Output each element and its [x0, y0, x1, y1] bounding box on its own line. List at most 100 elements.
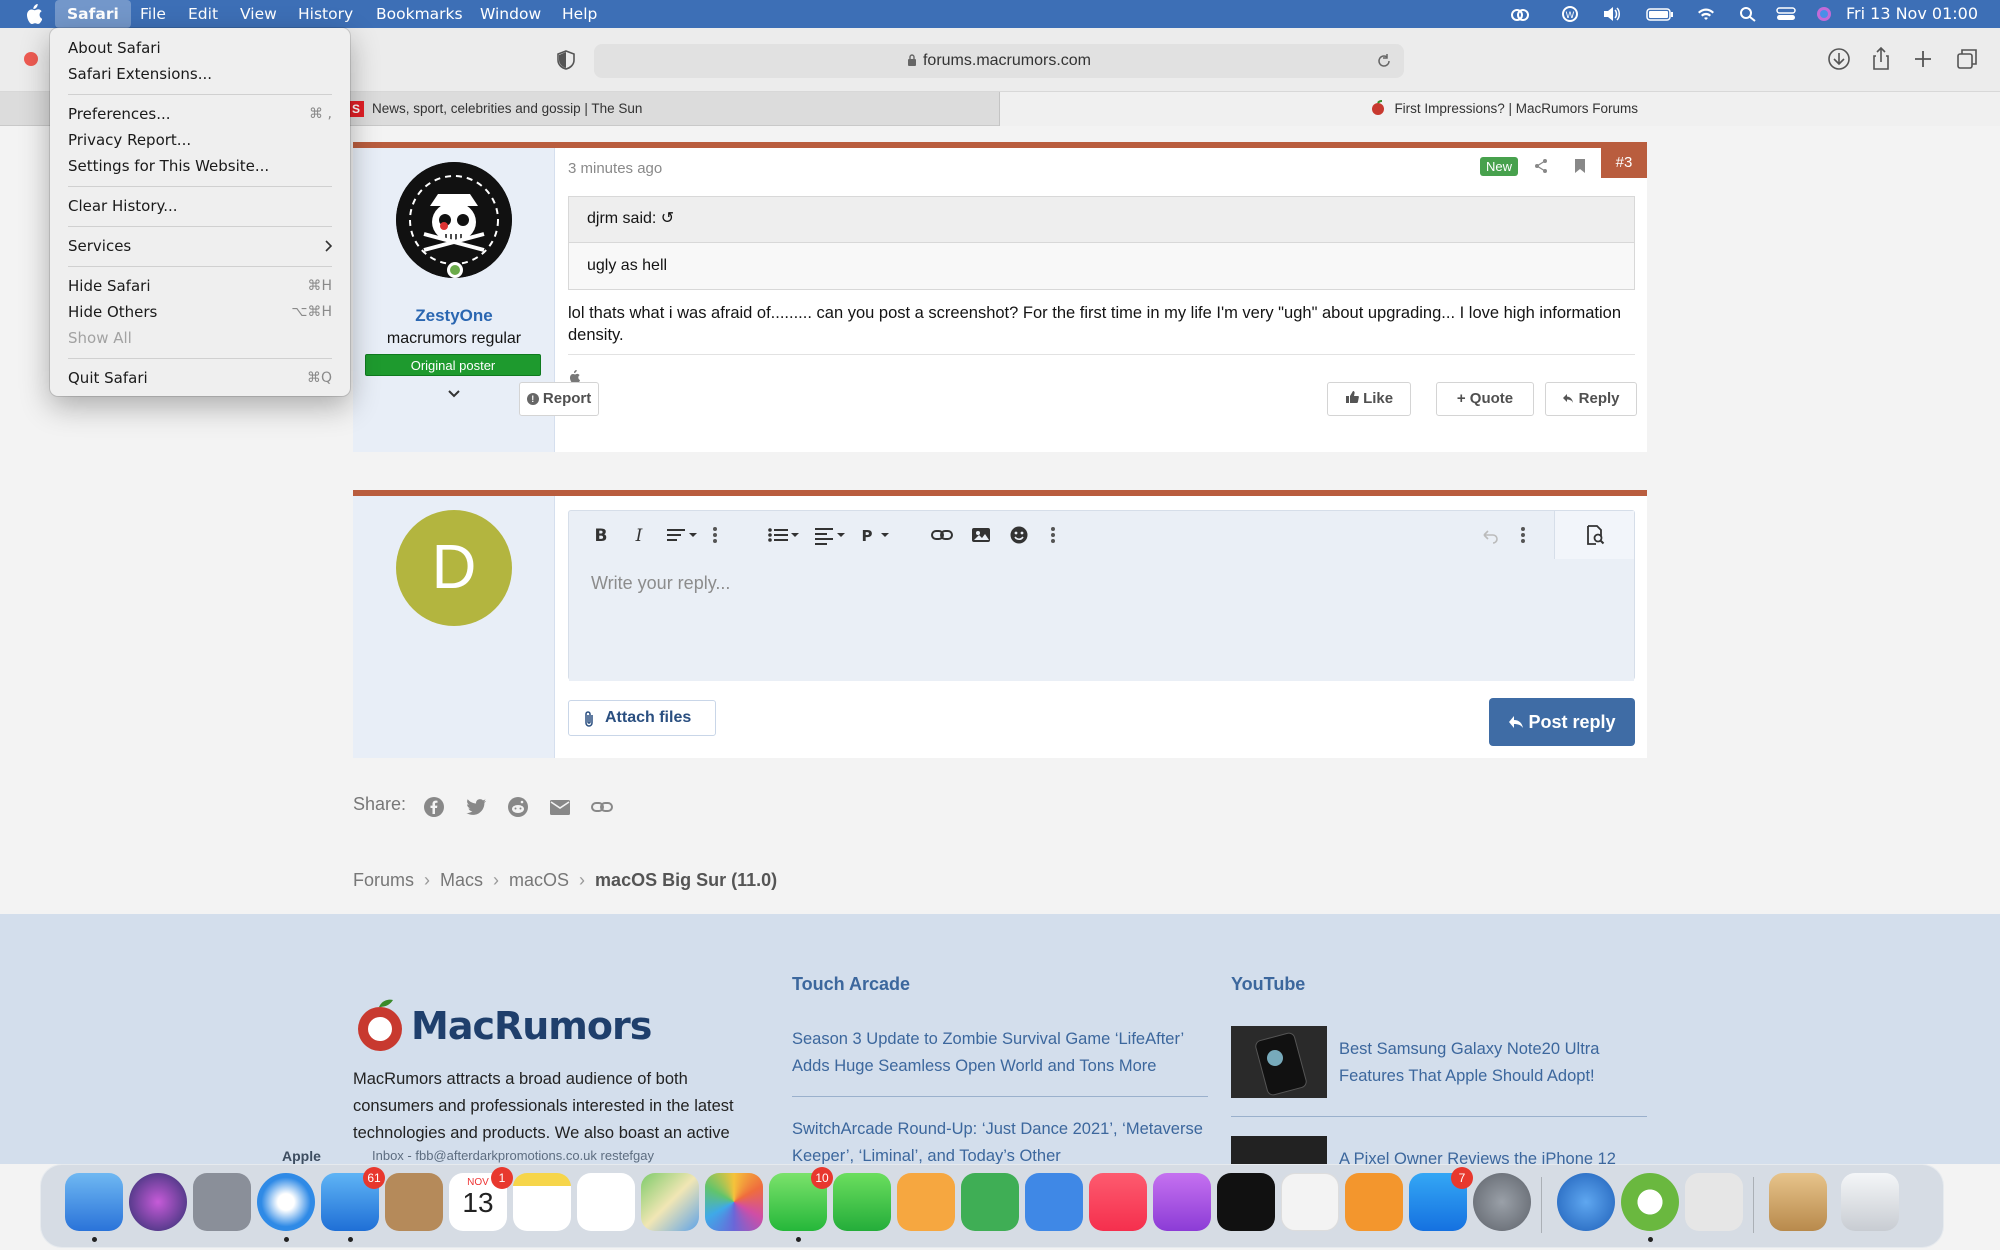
menu-item-preferences[interactable]: Preferences... ⌘ ,: [68, 102, 332, 126]
reply-textarea[interactable]: Write your reply...: [569, 559, 1634, 681]
breadcrumb-macs[interactable]: Macs: [440, 870, 483, 890]
list-dropdown-icon[interactable]: [767, 525, 803, 545]
menubar-clock[interactable]: Fri 13 Nov 01:00: [1846, 0, 1978, 28]
spotlight-search-icon[interactable]: [1738, 6, 1758, 22]
volume-icon[interactable]: [1602, 6, 1622, 22]
battery-icon[interactable]: [1646, 6, 1674, 22]
post-timestamp[interactable]: 3 minutes ago: [568, 160, 662, 177]
more-editor-options-icon[interactable]: [1519, 525, 1527, 545]
menu-window[interactable]: Window: [468, 0, 553, 28]
menu-safari[interactable]: Safari: [55, 0, 131, 28]
italic-icon[interactable]: I: [631, 525, 647, 545]
touch-arcade-heading[interactable]: Touch Arcade: [792, 974, 910, 995]
copy-link-icon[interactable]: [591, 796, 613, 818]
close-window-button[interactable]: [24, 52, 38, 66]
menu-item-about-safari[interactable]: About Safari: [68, 36, 332, 60]
breadcrumb-forums[interactable]: Forums: [353, 870, 414, 890]
calendar-app-icon[interactable]: NOV 13 1: [449, 1167, 513, 1231]
books-app-icon[interactable]: [1345, 1173, 1403, 1231]
paragraph-dropdown-icon[interactable]: P: [859, 525, 895, 545]
bold-icon[interactable]: B: [593, 525, 609, 545]
menu-bookmarks[interactable]: Bookmarks: [364, 0, 475, 28]
twitter-icon[interactable]: [465, 796, 487, 818]
keynote-app-icon[interactable]: [1025, 1173, 1083, 1231]
report-button[interactable]: ! Report: [519, 382, 599, 416]
wordpress-icon[interactable]: W: [1560, 6, 1580, 22]
contacts-app-icon[interactable]: [385, 1173, 443, 1231]
current-user-avatar[interactable]: D: [396, 510, 512, 626]
chevron-down-icon[interactable]: [446, 388, 462, 400]
podcasts-app-icon[interactable]: [1153, 1173, 1211, 1231]
menu-edit[interactable]: Edit: [176, 0, 230, 28]
safari-app-icon[interactable]: [257, 1173, 315, 1231]
launchpad-icon[interactable]: [193, 1173, 251, 1231]
reddit-icon[interactable]: [507, 796, 529, 818]
screenshot-app-icon[interactable]: [1685, 1173, 1743, 1231]
email-icon[interactable]: [549, 796, 571, 818]
mail-app-icon[interactable]: 61: [321, 1167, 385, 1231]
menu-item-privacy-report[interactable]: Privacy Report...: [68, 128, 332, 152]
reply-button[interactable]: Reply: [1545, 382, 1637, 416]
notes-app-icon[interactable]: [513, 1173, 571, 1231]
messages-app-icon[interactable]: 10: [769, 1167, 833, 1231]
trash-icon[interactable]: [1841, 1173, 1899, 1231]
tab-the-sun[interactable]: S News, sport, celebrities and gossip | …: [348, 92, 1000, 126]
music-app-icon[interactable]: [1089, 1173, 1147, 1231]
siri-app-icon[interactable]: [129, 1173, 187, 1231]
menu-item-hide-safari[interactable]: Hide Safari ⌘H: [68, 274, 332, 298]
touch-arcade-link[interactable]: Season 3 Update to Zombie Survival Game …: [792, 1026, 1212, 1080]
news-app-icon[interactable]: [1281, 1173, 1339, 1231]
insert-link-icon[interactable]: [931, 525, 953, 545]
text-style-dropdown-icon[interactable]: [665, 525, 701, 545]
wifi-icon[interactable]: [1696, 6, 1716, 22]
youtube-thumbnail[interactable]: [1231, 1136, 1327, 1164]
align-dropdown-icon[interactable]: [813, 525, 849, 545]
menu-item-quit-safari[interactable]: Quit Safari ⌘Q: [68, 366, 332, 390]
post-reply-button[interactable]: Post reply: [1489, 698, 1635, 746]
photos-app-icon[interactable]: [705, 1173, 763, 1231]
breadcrumb-macos[interactable]: macOS: [509, 870, 569, 890]
preview-button[interactable]: [1554, 511, 1634, 559]
youtube-thumbnail[interactable]: [1231, 1026, 1327, 1098]
bookmark-icon[interactable]: [1573, 158, 1587, 174]
youtube-heading[interactable]: YouTube: [1231, 974, 1305, 995]
share-icon[interactable]: [1868, 46, 1894, 72]
menu-history[interactable]: History: [286, 0, 365, 28]
apple-tv-app-icon[interactable]: [1217, 1173, 1275, 1231]
app-store-icon[interactable]: 7: [1409, 1167, 1473, 1231]
menu-item-safari-extensions[interactable]: Safari Extensions...: [68, 62, 332, 86]
undo-icon[interactable]: [1481, 525, 1499, 545]
downloads-icon[interactable]: [1826, 46, 1852, 72]
pages-app-icon[interactable]: [897, 1173, 955, 1231]
maps-app-icon[interactable]: [641, 1173, 699, 1231]
facebook-icon[interactable]: [423, 796, 445, 818]
post-number[interactable]: #3: [1601, 148, 1647, 178]
numbers-app-icon[interactable]: [961, 1173, 1019, 1231]
tab-overview-icon[interactable]: [1954, 46, 1980, 72]
navigation-app-icon[interactable]: [1557, 1173, 1615, 1231]
more-insert-options-icon[interactable]: [1049, 525, 1057, 545]
menu-item-services[interactable]: Services: [68, 234, 332, 258]
utorrent-app-icon[interactable]: [1621, 1173, 1679, 1231]
facetime-app-icon[interactable]: [833, 1173, 891, 1231]
reload-icon[interactable]: [1376, 53, 1392, 69]
quote-button[interactable]: + Quote: [1436, 382, 1534, 416]
creative-cloud-icon[interactable]: [1510, 6, 1530, 22]
youtube-link[interactable]: A Pixel Owner Reviews the iPhone 12: [1339, 1146, 1629, 1164]
menu-help[interactable]: Help: [550, 0, 609, 28]
post-username[interactable]: ZestyOne: [353, 306, 555, 326]
menu-item-hide-others[interactable]: Hide Others ⌥⌘H: [68, 300, 332, 324]
archive-utility-icon[interactable]: [1769, 1173, 1827, 1231]
apple-menu-icon[interactable]: [24, 4, 42, 24]
menu-file[interactable]: File: [128, 0, 178, 28]
user-avatar[interactable]: [396, 162, 512, 278]
quote-author[interactable]: djrm said: ↺: [569, 197, 1634, 243]
menu-item-settings-for-website[interactable]: Settings for This Website...: [68, 154, 332, 178]
insert-image-icon[interactable]: [971, 525, 991, 545]
like-button[interactable]: Like: [1327, 382, 1411, 416]
system-preferences-icon[interactable]: [1473, 1173, 1531, 1231]
new-tab-icon[interactable]: [1910, 46, 1936, 72]
share-post-icon[interactable]: [1533, 158, 1549, 174]
youtube-link[interactable]: Best Samsung Galaxy Note20 Ultra Feature…: [1339, 1036, 1629, 1090]
touch-arcade-link[interactable]: SwitchArcade Round-Up: ‘Just Dance 2021’…: [792, 1116, 1212, 1164]
